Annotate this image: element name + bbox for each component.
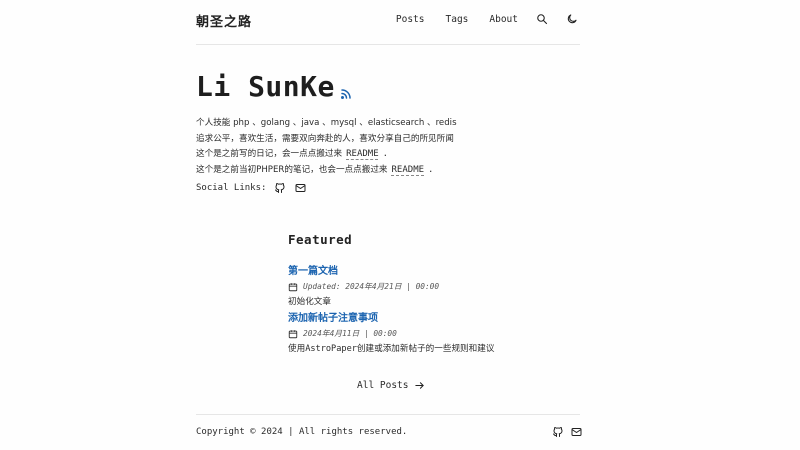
- post-date: 2024年4月11日 | 00:00: [303, 329, 397, 338]
- arrow-right-icon: [414, 380, 425, 391]
- copyright: Copyright © 2024 | All rights reserved.: [196, 427, 408, 437]
- github-icon[interactable]: [552, 426, 564, 438]
- intro-diary: 这个是之前写的日记，会一点点搬过来 README.: [196, 149, 389, 159]
- intro-text: 个人技能 php 、golang 、java 、mysql 、elasticse…: [196, 116, 457, 178]
- moon-icon[interactable]: [566, 13, 578, 25]
- intro-skills: 个人技能 php 、golang 、java 、mysql 、elasticse…: [196, 118, 457, 128]
- site-header: 朝圣之路 Posts Tags About: [196, 0, 580, 45]
- post-description: 使用AstroPaper创建或添加新帖子的一些规则和建议: [288, 344, 495, 354]
- readme-link-notes[interactable]: README: [392, 165, 425, 175]
- nav-tags[interactable]: Tags: [446, 14, 469, 25]
- post-title-link[interactable]: 添加新帖子注意事项: [288, 313, 378, 324]
- social-links-label: Social Links:: [196, 183, 267, 193]
- search-icon[interactable]: [536, 13, 548, 25]
- nav-about[interactable]: About: [489, 14, 518, 25]
- featured-post: 添加新帖子注意事项 2024年4月11日 | 00:00 使用AstroPape…: [288, 306, 494, 354]
- calendar-icon: [288, 282, 298, 292]
- post-title-link[interactable]: 第一篇文档: [288, 266, 338, 277]
- nav-posts[interactable]: Posts: [396, 14, 425, 25]
- readme-link-diary[interactable]: README: [346, 149, 379, 159]
- calendar-icon: [288, 329, 298, 339]
- rss-icon[interactable]: [340, 88, 352, 100]
- mail-icon[interactable]: [570, 426, 583, 438]
- post-meta: Updated: 2024年4月21日 | 00:00: [288, 281, 439, 292]
- social-links: Social Links:: [196, 182, 307, 194]
- all-posts-link[interactable]: All Posts: [357, 380, 425, 391]
- site-logo[interactable]: 朝圣之路: [196, 11, 252, 30]
- intro-notes: 这个是之前当初PHPER的笔记，也会一点点搬过来 README.: [196, 164, 434, 175]
- github-icon[interactable]: [274, 182, 286, 194]
- post-date: Updated: 2024年4月21日 | 00:00: [303, 282, 440, 291]
- hero-name: Li SunKe: [196, 70, 335, 103]
- post-meta: 2024年4月11日 | 00:00: [288, 328, 494, 339]
- featured-heading: Featured: [288, 232, 353, 247]
- all-posts-label: All Posts: [357, 380, 409, 391]
- intro-motto: 追求公平，喜欢生活，需要双向奔赴的人，喜欢分享自己的所见所闻: [196, 133, 454, 144]
- mail-icon[interactable]: [294, 182, 307, 194]
- footer-social-links: [546, 426, 583, 438]
- footer-divider: [196, 414, 580, 415]
- hero-title: Li SunKe: [196, 70, 352, 103]
- main-nav: Posts Tags About: [375, 13, 578, 25]
- featured-post: 第一篇文档 Updated: 2024年4月21日 | 00:00 初始化文章: [288, 259, 439, 307]
